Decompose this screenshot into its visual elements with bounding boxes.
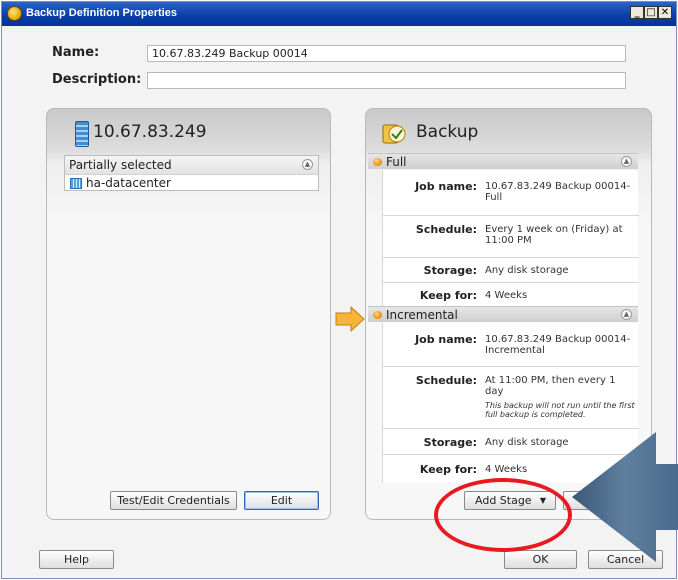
pointer-arrow-icon [572,432,678,562]
title-bar[interactable]: Backup Definition Properties _ □ ✕ [2,2,676,26]
stage-details-full: Job name: 10.67.83.249 Backup 00014-Full… [382,170,639,306]
storage-row: Storage: Any disk storage [383,258,639,283]
description-label: Description: [52,72,142,87]
test-edit-credentials-button[interactable]: Test/Edit Credentials [110,491,237,510]
name-input[interactable]: 10.67.83.249 Backup 00014 [147,45,626,62]
keep-label: Keep for: [419,463,477,476]
schedule-value: Every 1 week on (Friday) at 11:00 PM [485,224,623,246]
schedule-note: This backup will not run until the first… [485,401,635,419]
backup-definition-window: Backup Definition Properties _ □ ✕ Name:… [1,1,678,579]
minimize-button[interactable]: _ [630,6,644,19]
ok-button[interactable]: OK [504,550,577,569]
maximize-button[interactable]: □ [644,6,658,19]
chevron-up-icon[interactable]: ▲ [621,156,632,167]
highlight-circle [434,478,572,552]
job-name-value: 10.67.83.249 Backup 00014-Full [485,181,631,203]
description-input[interactable] [147,72,626,89]
stage-icon [373,158,382,166]
source-edit-button[interactable]: Edit [244,491,319,510]
storage-label: Storage: [423,436,477,449]
job-name-row: Job name: 10.67.83.249 Backup 00014-Full [383,170,639,216]
help-button[interactable]: Help [39,550,114,569]
storage-value: Any disk storage [485,265,569,276]
list-header: Partially selected ▲ [65,156,318,175]
chevron-up-icon[interactable]: ▲ [302,159,313,170]
schedule-label: Schedule: [415,374,477,387]
window-title: Backup Definition Properties [26,7,177,19]
job-name-label: Job name: [415,180,477,193]
list-item-label: ha-datacenter [86,176,171,190]
datacenter-icon [70,178,82,189]
stage-header-full[interactable]: Full ▲ [368,153,638,169]
source-panel: 10.67.83.249 Partially selected ▲ ha-dat… [46,108,331,520]
chevron-up-icon[interactable]: ▲ [621,309,632,320]
stage-name: Incremental [386,308,458,322]
app-icon [7,6,22,21]
close-button[interactable]: ✕ [658,6,672,19]
schedule-row: Schedule: Every 1 week on (Friday) at 11… [383,216,639,258]
backup-title: Backup [416,122,479,142]
stage-name: Full [386,155,407,169]
keep-value: 4 Weeks [485,290,528,301]
arrow-right-icon [335,306,365,332]
job-name-label: Job name: [415,333,477,346]
keep-row: Keep for: 4 Weeks [383,283,639,306]
list-item[interactable]: ha-datacenter [65,175,318,192]
job-name-row: Job name: 10.67.83.249 Backup 00014-Incr… [383,323,639,367]
schedule-value: At 11:00 PM, then every 1 day [485,375,616,397]
stage-icon [373,311,382,319]
schedule-label: Schedule: [415,223,477,236]
list-header-label: Partially selected [69,158,172,172]
keep-label: Keep for: [419,289,477,302]
server-icon [75,121,89,147]
name-label: Name: [52,45,100,60]
stage-header-incremental[interactable]: Incremental ▲ [368,306,638,322]
job-name-value: 10.67.83.249 Backup 00014-Incremental [485,334,631,356]
storage-label: Storage: [423,264,477,277]
inventory-list: Partially selected ▲ ha-datacenter [64,155,319,191]
backup-icon [382,124,406,144]
schedule-row: Schedule: At 11:00 PM, then every 1 day … [383,367,639,429]
source-title: 10.67.83.249 [93,122,207,142]
